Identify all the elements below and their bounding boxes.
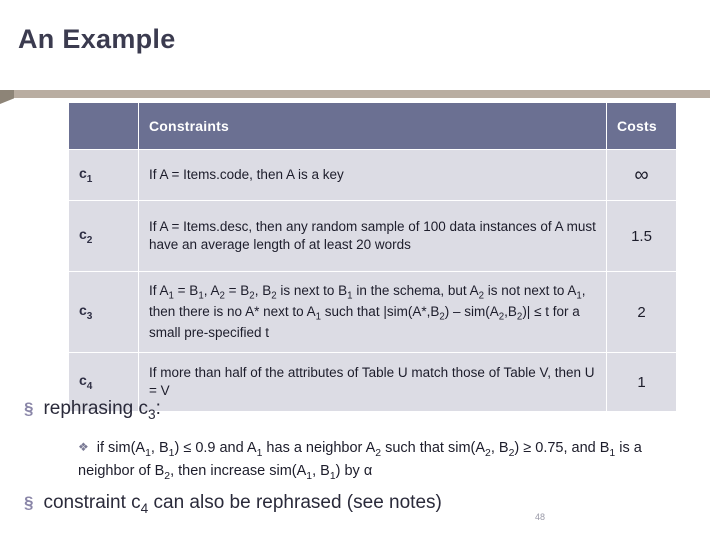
row-cost: ∞ (606, 149, 677, 201)
sub-bullet-rephrasing-detail: ❖ if sim(A1, B1) ≤ 0.9 and A1 has a neigh… (78, 438, 678, 484)
row-cost: 1 (606, 352, 677, 412)
header-costs: Costs (606, 102, 677, 150)
page-title: An Example (18, 24, 176, 54)
divider-tail (0, 90, 14, 104)
table-header-row: Constraints Costs (68, 102, 677, 150)
row-id: c2 (68, 200, 139, 272)
bullet-text: constraint c4 can also be rephrased (see… (43, 492, 442, 516)
constraints-table: Constraints Costs c1 If A = Items.code, … (68, 102, 677, 412)
bullet-marker-icon: § (24, 493, 34, 512)
page-number: 48 (535, 512, 546, 522)
row-constraint: If A = Items.desc, then any random sampl… (138, 200, 607, 272)
table-body: c1 If A = Items.code, then A is a key ∞ … (68, 149, 677, 412)
sub-bullet-marker-icon: ❖ (78, 440, 89, 454)
row-constraint: If more than half of the attributes of T… (138, 352, 607, 412)
row-id: c3 (68, 271, 139, 353)
sub-bullet-text: if sim(A1, B1) ≤ 0.9 and A1 has a neighb… (78, 440, 642, 482)
table-row: c3 If A1 = B1, A2 = B2, B2 is next to B1… (68, 271, 677, 353)
bullet-text: rephrasing c3: (43, 398, 161, 422)
bullet-rephrasing-c3: § rephrasing c3: (24, 398, 161, 422)
row-id: c1 (68, 149, 139, 201)
divider-bar (10, 90, 710, 98)
slide: An Example Constraints Costs c1 If A = I… (0, 0, 720, 540)
bullet-marker-icon: § (24, 399, 34, 418)
row-cost: 2 (606, 271, 677, 353)
table-row: c1 If A = Items.code, then A is a key ∞ (68, 149, 677, 201)
table-row: c2 If A = Items.desc, then any random sa… (68, 200, 677, 272)
row-constraint: If A = Items.code, then A is a key (138, 149, 607, 201)
row-cost: 1.5 (606, 200, 677, 272)
row-constraint: If A1 = B1, A2 = B2, B2 is next to B1 in… (138, 271, 607, 353)
bullet-constraint-c4: § constraint c4 can also be rephrased (se… (24, 492, 442, 516)
header-constraints: Constraints (138, 102, 607, 150)
header-id (68, 102, 139, 150)
